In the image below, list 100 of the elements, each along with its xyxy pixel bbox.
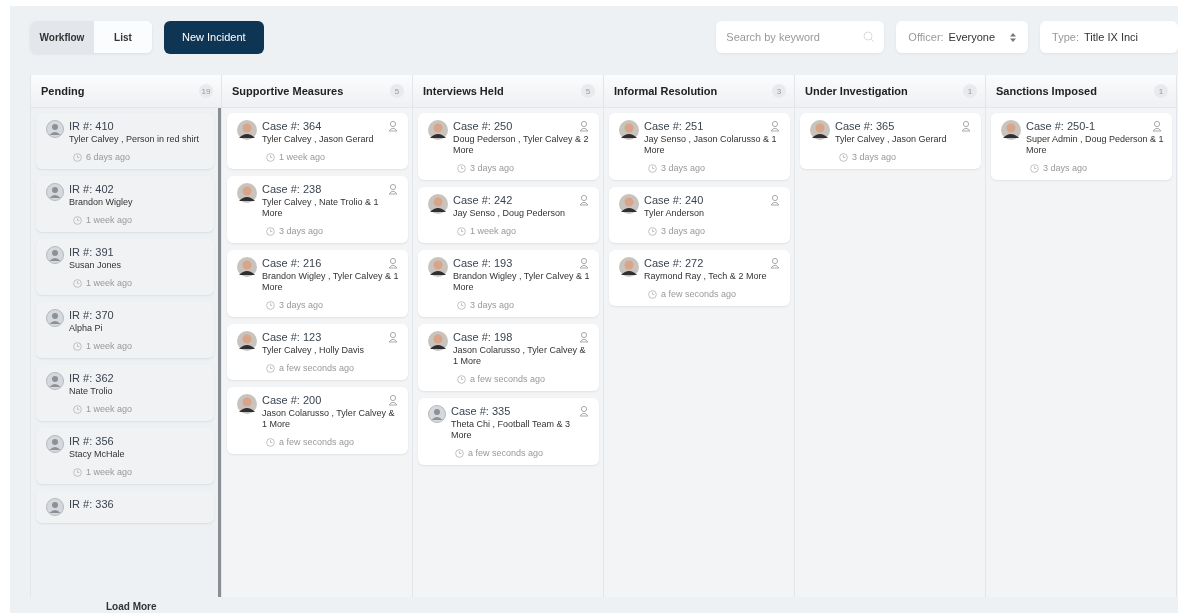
people-names: Nate Trolio <box>69 386 114 397</box>
assign-person-icon[interactable] <box>579 194 591 206</box>
assign-person-icon[interactable] <box>388 257 400 269</box>
case-number: IR #: 356 <box>69 435 114 447</box>
case-card[interactable]: Case #: 240 Tyler Anderson 3 days ago <box>609 187 790 243</box>
case-number: IR #: 402 <box>69 183 114 195</box>
assign-person-icon[interactable] <box>1152 120 1164 132</box>
time-ago: 3 days ago <box>279 300 324 310</box>
case-number: Case #: 250 <box>453 120 513 132</box>
assign-person-icon[interactable] <box>388 183 400 195</box>
case-number: Case #: 335 <box>451 405 511 417</box>
assign-person-icon[interactable] <box>579 257 591 269</box>
view-tab[interactable]: Workflow <box>30 21 94 53</box>
clock-icon <box>455 448 464 458</box>
assign-person-icon[interactable] <box>961 120 973 132</box>
case-number: Case #: 216 <box>262 257 322 269</box>
time-ago: 3 days ago <box>661 226 706 236</box>
case-card[interactable]: Case #: 365 Tyler Calvey , Jason Gerard 3 days ago <box>800 113 981 169</box>
case-number: Case #: 251 <box>644 120 704 132</box>
time-ago: 3 days ago <box>470 163 515 173</box>
incident-card[interactable]: IR #: 336 <box>36 491 214 523</box>
officer-select[interactable]: Officer: Everyone <box>896 21 1029 53</box>
column-title: Supportive Measures <box>232 85 344 97</box>
people-names: Doug Pederson , Tyler Calvey & 2 More <box>453 134 590 156</box>
people-names: Brandon Wigley , Tyler Calvey & 1 More <box>262 271 400 293</box>
case-card[interactable]: Case #: 198 Jason Colarusso , Tyler Calvey & 1 More a few seconds ago <box>418 324 599 391</box>
avatar-placeholder-icon <box>46 435 64 453</box>
time-ago: 1 week ago <box>86 215 133 225</box>
clock-icon <box>266 152 275 162</box>
incident-card[interactable]: IR #: 391 Susan Jones 1 week ago <box>36 239 214 295</box>
avatar-placeholder-icon <box>46 183 64 201</box>
case-number: Case #: 272 <box>644 257 704 269</box>
case-card[interactable]: Case #: 193 Brandon Wigley , Tyler Calvey & 1 More 3 days ago <box>418 250 599 317</box>
case-card[interactable]: Case #: 123 Tyler Calvey , Holly Davis a few seconds ago <box>227 324 408 380</box>
view-tab[interactable]: List <box>94 21 152 53</box>
avatar-placeholder-icon <box>46 246 64 264</box>
people-names: Jason Colarusso , Tyler Calvey & 1 More <box>262 408 396 430</box>
clock-icon <box>73 341 82 351</box>
case-card[interactable]: Case #: 238 Tyler Calvey , Nate Trolio & 1 More 3 days ago <box>227 176 408 243</box>
time-ago: a few seconds ago <box>661 289 737 299</box>
case-card[interactable]: Case #: 216 Brandon Wigley , Tyler Calvey & 1 More 3 days ago <box>227 250 408 317</box>
avatar-placeholder-icon <box>46 498 64 516</box>
case-card[interactable]: Case #: 242 Jay Senso , Doug Pederson 1 week ago <box>418 187 599 243</box>
time-ago: a few seconds ago <box>470 374 546 384</box>
people-names: Stacy McHale <box>69 449 126 460</box>
incident-card[interactable]: IR #: 356 Stacy McHale 1 week ago <box>36 428 214 484</box>
incident-card[interactable]: IR #: 362 Nate Trolio 1 week ago <box>36 365 214 421</box>
assign-person-icon[interactable] <box>770 257 782 269</box>
case-card[interactable]: Case #: 251 Jay Senso , Jason Colarusso & 1 More 3 days ago <box>609 113 790 180</box>
assign-person-icon[interactable] <box>388 394 400 406</box>
time-ago: 1 week ago <box>86 278 133 288</box>
people-names: Theta Chi , Football Team & 3 More <box>451 419 571 441</box>
case-card[interactable]: Case #: 250-1 Super Admin , Doug Pederson & 1 More 3 days ago <box>991 113 1172 180</box>
time-ago: 1 week ago <box>86 467 133 477</box>
column-count: 1 <box>963 84 977 98</box>
clock-icon <box>73 278 82 288</box>
assign-person-icon[interactable] <box>770 120 782 132</box>
assign-person-icon[interactable] <box>579 120 591 132</box>
column-count: 3 <box>772 84 786 98</box>
case-card[interactable]: Case #: 364 Tyler Calvey , Jason Gerard 1 week ago <box>227 113 408 169</box>
assign-person-icon[interactable] <box>770 194 782 206</box>
assign-person-icon[interactable] <box>388 331 400 343</box>
load-more-button[interactable]: Load More <box>106 599 157 613</box>
case-number: Case #: 200 <box>262 394 322 406</box>
people-names: Tyler Anderson <box>644 208 706 219</box>
assign-person-icon[interactable] <box>579 331 591 343</box>
time-ago: 1 week ago <box>279 152 326 162</box>
case-card[interactable]: Case #: 200 Jason Colarusso , Tyler Calvey & 1 More a few seconds ago <box>227 387 408 454</box>
type-select[interactable]: Type: Title IX Inci <box>1040 21 1178 53</box>
time-ago: 3 days ago <box>852 152 897 162</box>
assign-person-icon[interactable] <box>388 120 400 132</box>
column-count: 1 <box>1154 84 1168 98</box>
avatar-placeholder-icon <box>428 405 446 423</box>
column-title: Interviews Held <box>423 85 504 97</box>
time-ago: 1 week ago <box>470 226 517 236</box>
clock-icon <box>648 226 657 236</box>
incident-card[interactable]: IR #: 402 Brandon Wigley 1 week ago <box>36 176 214 232</box>
incident-card[interactable]: IR #: 370 Alpha Pi 1 week ago <box>36 302 214 358</box>
people-names: Susan Jones <box>69 260 123 271</box>
case-number: IR #: 362 <box>69 372 114 384</box>
search-field[interactable]: Search by keyword <box>716 21 885 53</box>
case-card[interactable]: Case #: 250 Doug Pederson , Tyler Calvey & 2 More 3 days ago <box>418 113 599 180</box>
people-names: Jason Colarusso , Tyler Calvey & 1 More <box>453 345 587 367</box>
time-ago: 3 days ago <box>661 163 706 173</box>
clock-icon <box>266 300 275 310</box>
clock-icon <box>1030 163 1039 173</box>
people-names: Tyler Calvey , Person in red shirt <box>69 134 201 145</box>
case-card[interactable]: Case #: 335 Theta Chi , Football Team & 3 More a few seconds ago <box>418 398 599 465</box>
case-card[interactable]: Case #: 272 Raymond Ray , Tech & 2 More a few seconds ago <box>609 250 790 306</box>
case-number: IR #: 370 <box>69 309 114 321</box>
clock-icon <box>457 300 466 310</box>
new-incident-button[interactable]: New Incident <box>164 20 264 54</box>
clock-icon <box>457 374 466 384</box>
case-number: Case #: 240 <box>644 194 704 206</box>
incident-card[interactable]: IR #: 410 Tyler Calvey , Person in red shirt 6 days ago <box>36 113 214 169</box>
clock-icon <box>648 163 657 173</box>
case-number: Case #: 364 <box>262 120 322 132</box>
people-names: Jay Senso , Doug Pederson <box>453 208 567 219</box>
assign-person-icon[interactable] <box>579 405 591 417</box>
case-number: Case #: 198 <box>453 331 513 343</box>
